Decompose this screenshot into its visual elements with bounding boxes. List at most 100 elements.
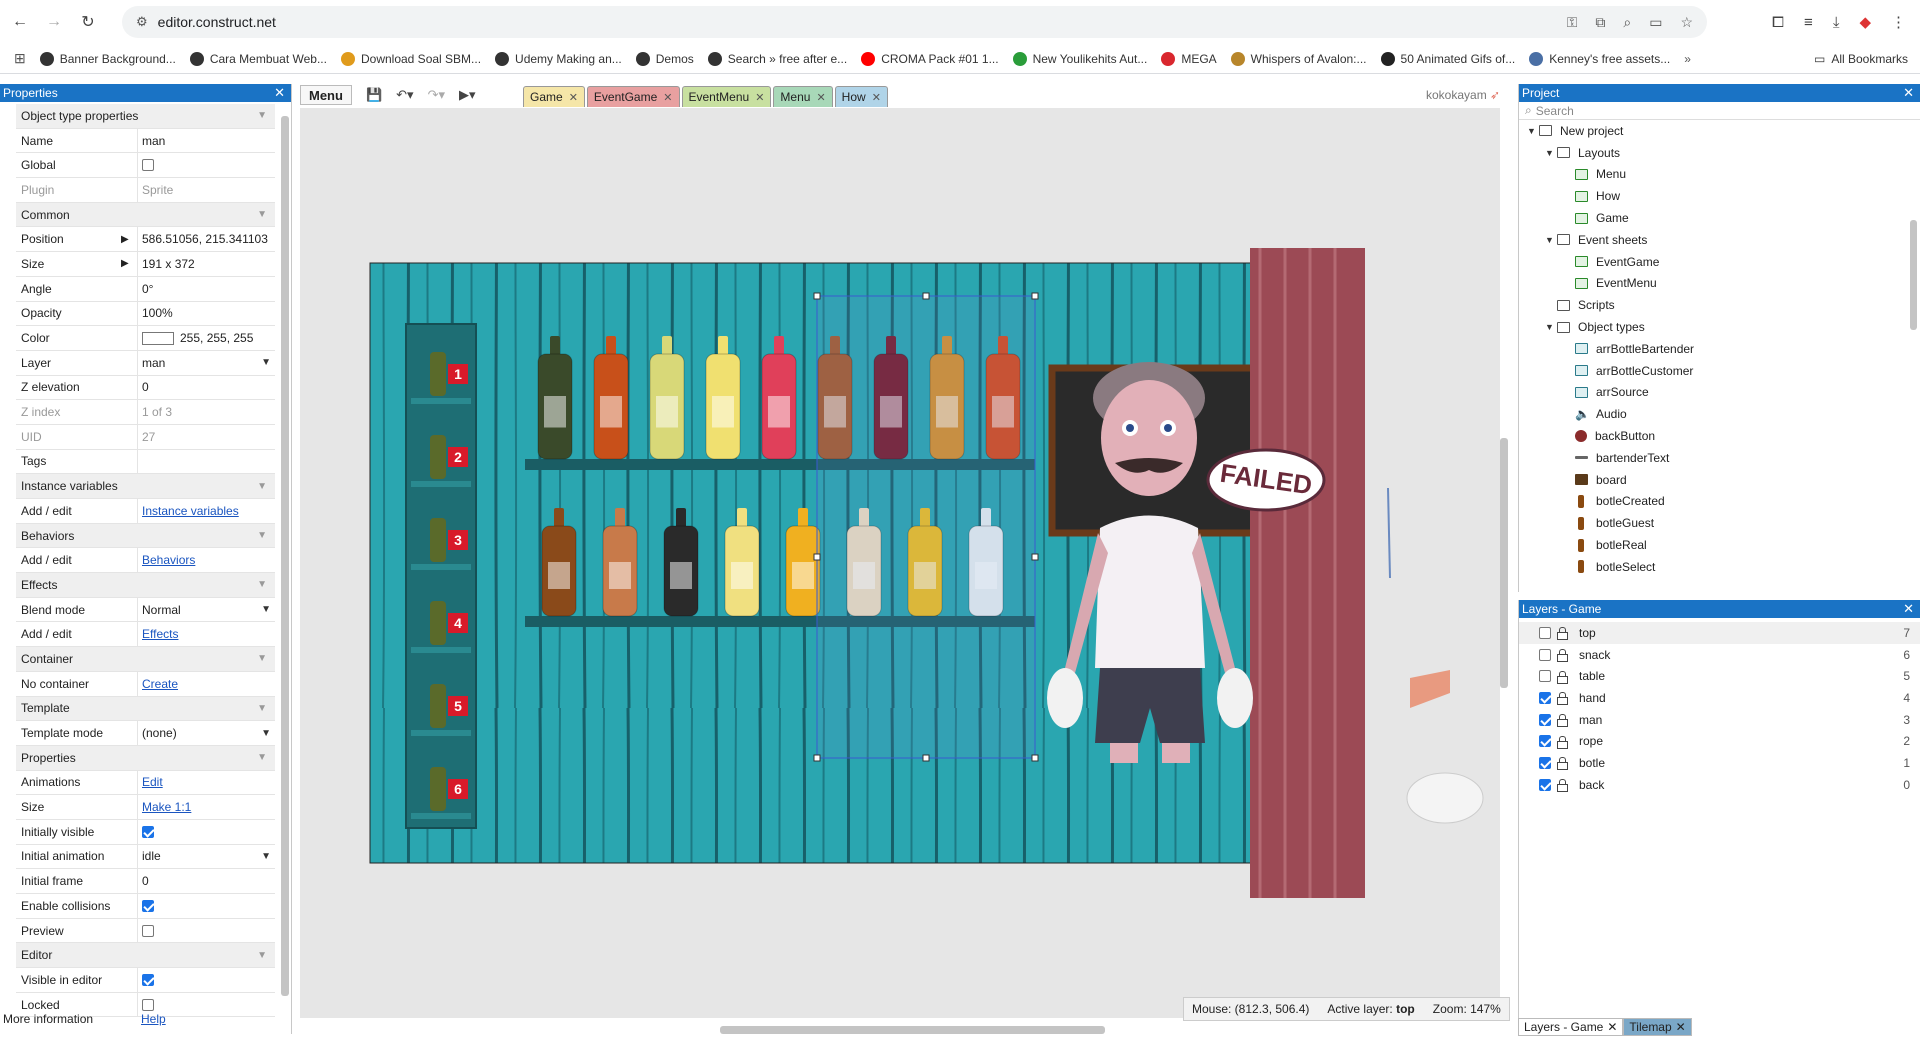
project-tree-item[interactable]: ▼ Event sheets — [1519, 229, 1920, 251]
layer-visibility-checkbox[interactable] — [1539, 756, 1551, 769]
checkbox[interactable] — [142, 825, 154, 838]
bookmark-item[interactable]: MEGA — [1161, 51, 1217, 66]
lock-icon[interactable] — [1557, 757, 1568, 771]
collapse-chevron-icon[interactable]: ▼ — [257, 950, 267, 961]
open-in-app-icon[interactable]: ⧉ — [1595, 14, 1605, 31]
property-category[interactable]: Template ▼ — [16, 696, 275, 722]
selection-box[interactable] — [816, 295, 1036, 759]
bottle-slot[interactable] — [430, 767, 446, 811]
checkbox[interactable] — [142, 973, 154, 986]
collapse-chevron-icon[interactable]: ▼ — [257, 653, 267, 664]
bottle-slot[interactable] — [430, 518, 446, 562]
project-tree-item[interactable]: botleGuest — [1519, 512, 1920, 534]
property-category[interactable]: Instance variables ▼ — [16, 474, 275, 499]
project-tree-item[interactable]: Game — [1519, 207, 1920, 229]
bookmark-item[interactable]: Download Soal SBM... — [340, 51, 481, 66]
property-value[interactable]: Behaviors — [138, 548, 275, 572]
property-value[interactable]: (none) ▼ — [138, 721, 275, 745]
layer-row[interactable]: back 0 — [1519, 774, 1920, 796]
project-tree-item[interactable]: bartenderText — [1519, 447, 1920, 469]
layer-visibility-checkbox[interactable] — [1539, 670, 1551, 683]
reload-icon[interactable]: ↻ — [74, 8, 102, 36]
user-name[interactable]: kokokayam ➶ — [1426, 88, 1500, 102]
property-value[interactable]: 255, 255, 255 — [138, 326, 275, 350]
layer-row[interactable]: snack 6 — [1519, 644, 1920, 666]
password-key-icon[interactable]: ⚿ — [1567, 14, 1578, 31]
all-bookmarks[interactable]: ▭ All Bookmarks — [1814, 44, 1908, 74]
bottle-slot[interactable] — [430, 435, 446, 479]
property-value[interactable]: man ▼ — [138, 351, 275, 375]
collapse-chevron-icon[interactable]: ▼ — [257, 703, 267, 714]
properties-scrollbar[interactable] — [279, 106, 289, 1016]
project-tree-item[interactable]: botleCreated — [1519, 491, 1920, 513]
back-arrow-icon[interactable]: ← — [6, 8, 34, 36]
editor-tab[interactable]: EventGame ✕ — [586, 86, 680, 107]
property-value[interactable]: Normal ▼ — [138, 598, 275, 622]
project-tree-item[interactable]: board — [1519, 469, 1920, 491]
bookmark-item[interactable]: Banner Background... — [39, 51, 176, 66]
property-value[interactable] — [138, 968, 275, 992]
expand-triangle-icon[interactable]: ▼ — [1545, 235, 1557, 245]
project-tree-item[interactable]: ▼ New project — [1519, 120, 1920, 142]
project-tree-item[interactable]: Scripts — [1519, 294, 1920, 316]
project-tree-item[interactable]: 🔈 Audio — [1519, 403, 1920, 425]
property-link[interactable]: Effects — [142, 627, 178, 641]
project-tree-item[interactable]: arrBottleBartender — [1519, 338, 1920, 360]
dropdown-arrow-icon[interactable]: ▼ — [261, 728, 271, 739]
project-tree-item[interactable]: EventGame — [1519, 251, 1920, 273]
expand-triangle-icon[interactable]: ▼ — [1527, 126, 1539, 136]
bookmark-item[interactable]: Kenney's free assets... — [1529, 51, 1670, 66]
bookmark-item[interactable]: CROMA Pack #01 1... — [861, 51, 999, 66]
snack-sprite[interactable] — [1410, 670, 1450, 708]
collapse-chevron-icon[interactable]: ▼ — [257, 579, 267, 590]
close-icon[interactable]: ✕ — [663, 91, 672, 104]
collapse-chevron-icon[interactable]: ▼ — [257, 752, 267, 763]
lock-icon[interactable] — [1557, 779, 1568, 793]
bookmarks-overflow-icon[interactable]: » — [1684, 52, 1691, 66]
property-value[interactable]: Create — [138, 672, 275, 696]
lock-icon[interactable] — [1557, 627, 1568, 641]
menu-dots-icon[interactable]: ⋮ — [1891, 13, 1906, 31]
close-icon[interactable]: ✕ — [1676, 1020, 1686, 1034]
save-icon[interactable]: 💾 — [366, 87, 382, 103]
project-tree-item[interactable]: arrSource — [1519, 382, 1920, 404]
property-value[interactable]: man — [138, 129, 275, 153]
project-tree-item[interactable]: botleSelect — [1519, 556, 1920, 578]
download-icon[interactable]: ⤓ — [1833, 14, 1840, 31]
hand-sprite[interactable] — [1406, 772, 1484, 824]
property-category[interactable]: Editor ▼ — [16, 943, 275, 969]
collapse-chevron-icon[interactable]: ▼ — [257, 209, 267, 220]
layer-row[interactable]: man 3 — [1519, 709, 1920, 731]
checkbox[interactable] — [142, 159, 154, 172]
property-link[interactable]: Behaviors — [142, 553, 195, 567]
bookmark-item[interactable]: Cara Membuat Web... — [189, 51, 327, 66]
property-category[interactable]: Object type properties ▼ — [16, 104, 275, 129]
undo-icon[interactable]: ↶▾ — [396, 87, 413, 103]
bottle-slot[interactable] — [430, 684, 446, 728]
project-tree-item[interactable]: ▼ Object types — [1519, 316, 1920, 338]
address-bar[interactable]: ⚙ editor.construct.net ⚿ ⧉ ⌕ ▭ ☆ — [122, 6, 1707, 38]
canvas-horizontal-scrollbar[interactable] — [300, 1024, 1500, 1036]
media-icon[interactable]: ≡ — [1804, 14, 1813, 31]
property-value[interactable] — [138, 153, 275, 177]
property-value[interactable]: Effects — [138, 622, 275, 646]
close-icon[interactable]: ✕ — [569, 91, 578, 104]
bookmark-item[interactable]: Udemy Making an... — [495, 51, 622, 66]
collapse-chevron-icon[interactable]: ▼ — [257, 481, 267, 492]
profile-icon[interactable]: ◆ — [1859, 13, 1871, 31]
install-icon[interactable]: ▭ — [1649, 14, 1662, 31]
close-icon[interactable]: ✕ — [1903, 85, 1914, 101]
layer-visibility-checkbox[interactable] — [1539, 691, 1551, 704]
property-value[interactable]: 586.51056, 215.341103 — [138, 227, 275, 251]
expand-triangle-icon[interactable]: ▼ — [1545, 322, 1557, 332]
expand-triangle-icon[interactable]: ▶ — [121, 258, 129, 269]
bookmark-star-icon[interactable]: ☆ — [1680, 14, 1693, 31]
redo-icon[interactable]: ↷▾ — [428, 87, 445, 103]
property-value[interactable]: idle ▼ — [138, 845, 275, 869]
layer-row[interactable]: table 5 — [1519, 665, 1920, 687]
layer-visibility-checkbox[interactable] — [1539, 626, 1551, 639]
bookmark-item[interactable]: Whispers of Avalon:... — [1230, 51, 1367, 66]
project-search[interactable]: ⌕ Search — [1519, 102, 1920, 120]
editor-tab[interactable]: Game ✕ — [523, 86, 585, 107]
bookmark-item[interactable]: Search » free after e... — [707, 51, 847, 66]
